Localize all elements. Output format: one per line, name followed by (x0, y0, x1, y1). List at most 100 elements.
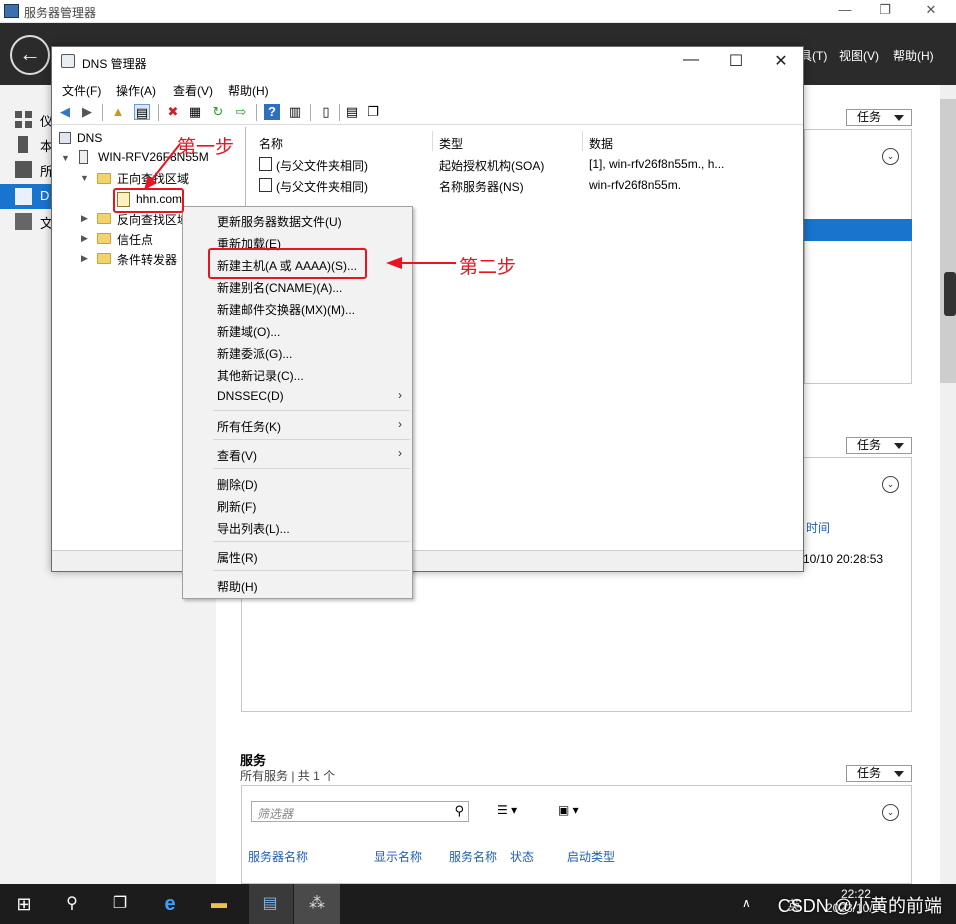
col-divider[interactable] (432, 131, 433, 151)
menu-refresh[interactable]: 刷新(F) (217, 498, 256, 515)
dns-maximize-button[interactable]: ☐ (716, 51, 756, 71)
col-server-name[interactable]: 服务器名称 (248, 848, 308, 865)
scrollbar-thumb[interactable] (940, 99, 956, 383)
collapse-icon[interactable]: ▼ (80, 173, 89, 183)
show-tree-icon[interactable]: ▤ (134, 104, 150, 120)
tree-trust-points[interactable]: 信任点 (117, 231, 153, 248)
task-view-icon[interactable]: ❐ (108, 892, 132, 916)
col-service-name[interactable]: 服务名称 (449, 848, 497, 865)
tree-conditional-forwarders[interactable]: 条件转发器 (117, 251, 177, 268)
menu-view[interactable]: 视图(V) (839, 47, 879, 64)
all-servers-icon[interactable] (15, 161, 32, 178)
events-time-header[interactable]: 时间 (806, 519, 830, 536)
servers-selected-row[interactable] (804, 219, 912, 241)
col-type[interactable]: 类型 (439, 135, 463, 152)
search-icon[interactable]: ⚲ (60, 892, 84, 916)
restore-button[interactable]: ❐ (876, 2, 894, 18)
menu-new-mail-exchanger[interactable]: 新建邮件交换器(MX)(M)... (217, 301, 355, 318)
windows-start-icon[interactable]: ⊞ (12, 892, 36, 916)
minimize-button[interactable]: — (836, 2, 854, 17)
expand-chevron-icon[interactable]: ⌄ (882, 148, 899, 165)
folder-icon (97, 253, 111, 264)
menu-dnssec[interactable]: DNSSEC(D) (217, 389, 284, 403)
search-icon[interactable]: ⚲ (454, 803, 464, 819)
menu-delete[interactable]: 删除(D) (217, 476, 258, 493)
dns-manager-window: DNS 管理器 — ☐ ✕ 文件(F) 操作(A) 查看(V) 帮助(H) ◀ … (51, 46, 804, 572)
close-button[interactable]: ✕ (922, 2, 940, 18)
copy-icon[interactable]: ❐ (365, 104, 381, 120)
menu-separator (213, 410, 410, 411)
side-handle[interactable] (944, 272, 956, 316)
record-name[interactable]: (与父文件夹相同) (276, 178, 368, 195)
tree-reverse-zones[interactable]: 反向查找区域 (117, 211, 189, 228)
dns-menu-file[interactable]: 文件(F) (62, 82, 101, 99)
services-task-button[interactable]: 任务 (846, 765, 912, 782)
tray-chevron-icon[interactable]: ∧ (742, 896, 751, 910)
record-name[interactable]: (与父文件夹相同) (276, 157, 368, 174)
save-query-icon[interactable]: ▣ ▾ (558, 803, 594, 821)
expand-icon[interactable]: ▶ (81, 233, 88, 244)
menu-help[interactable]: 帮助(H) (893, 47, 934, 64)
file-explorer-icon[interactable]: ▬ (207, 892, 231, 916)
back-icon[interactable]: ◀ (57, 104, 73, 120)
expand-icon[interactable]: ▶ (81, 213, 88, 224)
col-startup-type[interactable]: 启动类型 (567, 848, 615, 865)
server-manager-taskbar-icon[interactable]: ▤ (258, 892, 282, 916)
dns-menubar: 文件(F) 操作(A) 查看(V) 帮助(H) (52, 77, 803, 99)
dns-role-icon[interactable] (15, 188, 32, 205)
file-services-icon[interactable] (15, 213, 32, 230)
refresh-icon[interactable]: ↻ (210, 104, 226, 120)
export-icon[interactable]: ⇨ (233, 104, 249, 120)
menu-update-server-data-file[interactable]: 更新服务器数据文件(U) (217, 213, 342, 230)
servers-task-button[interactable]: 任务 (846, 109, 912, 126)
console-icon[interactable]: ▥ (287, 104, 303, 120)
menu-separator (213, 570, 410, 571)
expand-chevron-icon[interactable]: ⌄ (882, 476, 899, 493)
list-icon[interactable]: ▤ (344, 104, 360, 120)
forward-icon[interactable]: ▶ (79, 104, 95, 120)
delete-icon[interactable]: ✖ (165, 104, 181, 120)
expand-icon[interactable]: ▶ (81, 253, 88, 264)
server-icon[interactable]: ▯ (318, 104, 334, 120)
back-arrow-icon[interactable]: ← (10, 35, 50, 75)
col-data[interactable]: 数据 (589, 135, 613, 152)
dashboard-icon[interactable] (15, 111, 32, 128)
events-task-button[interactable]: 任务 (846, 437, 912, 454)
list-options-icon[interactable]: ☰ ▾ (497, 803, 533, 821)
menu-help[interactable]: 帮助(H) (217, 578, 258, 595)
menu-view[interactable]: 查看(V) (217, 447, 257, 464)
col-status[interactable]: 状态 (510, 848, 534, 865)
dns-menu-help[interactable]: 帮助(H) (228, 82, 269, 99)
collapse-icon[interactable]: ▼ (61, 153, 70, 163)
menu-other-new-records[interactable]: 其他新记录(C)... (217, 367, 304, 384)
nav-item-dns[interactable]: D (40, 188, 49, 203)
dns-toolbar: ◀ ▶ ▲ ▤ ✖ ▦ ↻ ⇨ ? ▥ ▯ ▤ ❐ (52, 99, 803, 125)
internet-explorer-icon[interactable]: e (158, 892, 182, 916)
up-folder-icon[interactable]: ▲ (110, 104, 126, 120)
col-name[interactable]: 名称 (259, 135, 283, 152)
dns-window-title: DNS 管理器 (82, 57, 147, 71)
dns-taskbar-icon[interactable]: ⁂ (305, 892, 329, 916)
folder-icon (97, 173, 111, 184)
services-subtitle: 所有服务 | 共 1 个 (240, 769, 336, 783)
menu-all-tasks[interactable]: 所有任务(K) (217, 418, 281, 435)
menu-new-alias[interactable]: 新建别名(CNAME)(A)... (217, 279, 342, 296)
dns-menu-action[interactable]: 操作(A) (116, 82, 156, 99)
menu-properties[interactable]: 属性(R) (217, 549, 258, 566)
dns-close-button[interactable]: ✕ (761, 51, 801, 71)
menu-new-delegation[interactable]: 新建委派(G)... (217, 345, 292, 362)
menu-export-list[interactable]: 导出列表(L)... (217, 520, 290, 537)
col-display-name[interactable]: 显示名称 (374, 848, 422, 865)
expand-chevron-icon[interactable]: ⌄ (882, 804, 899, 821)
help-icon[interactable]: ? (264, 104, 280, 120)
dns-minimize-button[interactable]: — (671, 51, 711, 69)
properties-icon[interactable]: ▦ (187, 104, 203, 120)
server-manager-titlebar: 服务器管理器 — ❐ ✕ (0, 0, 956, 23)
dns-menu-view[interactable]: 查看(V) (173, 82, 213, 99)
services-filter-input[interactable]: 筛选器 ⚲ (251, 801, 469, 822)
col-divider[interactable] (582, 131, 583, 151)
menu-new-domain[interactable]: 新建域(O)... (217, 323, 280, 340)
local-server-icon[interactable] (18, 136, 28, 153)
vertical-scrollbar[interactable] (940, 85, 956, 884)
tree-dns-root[interactable]: DNS (77, 131, 102, 145)
